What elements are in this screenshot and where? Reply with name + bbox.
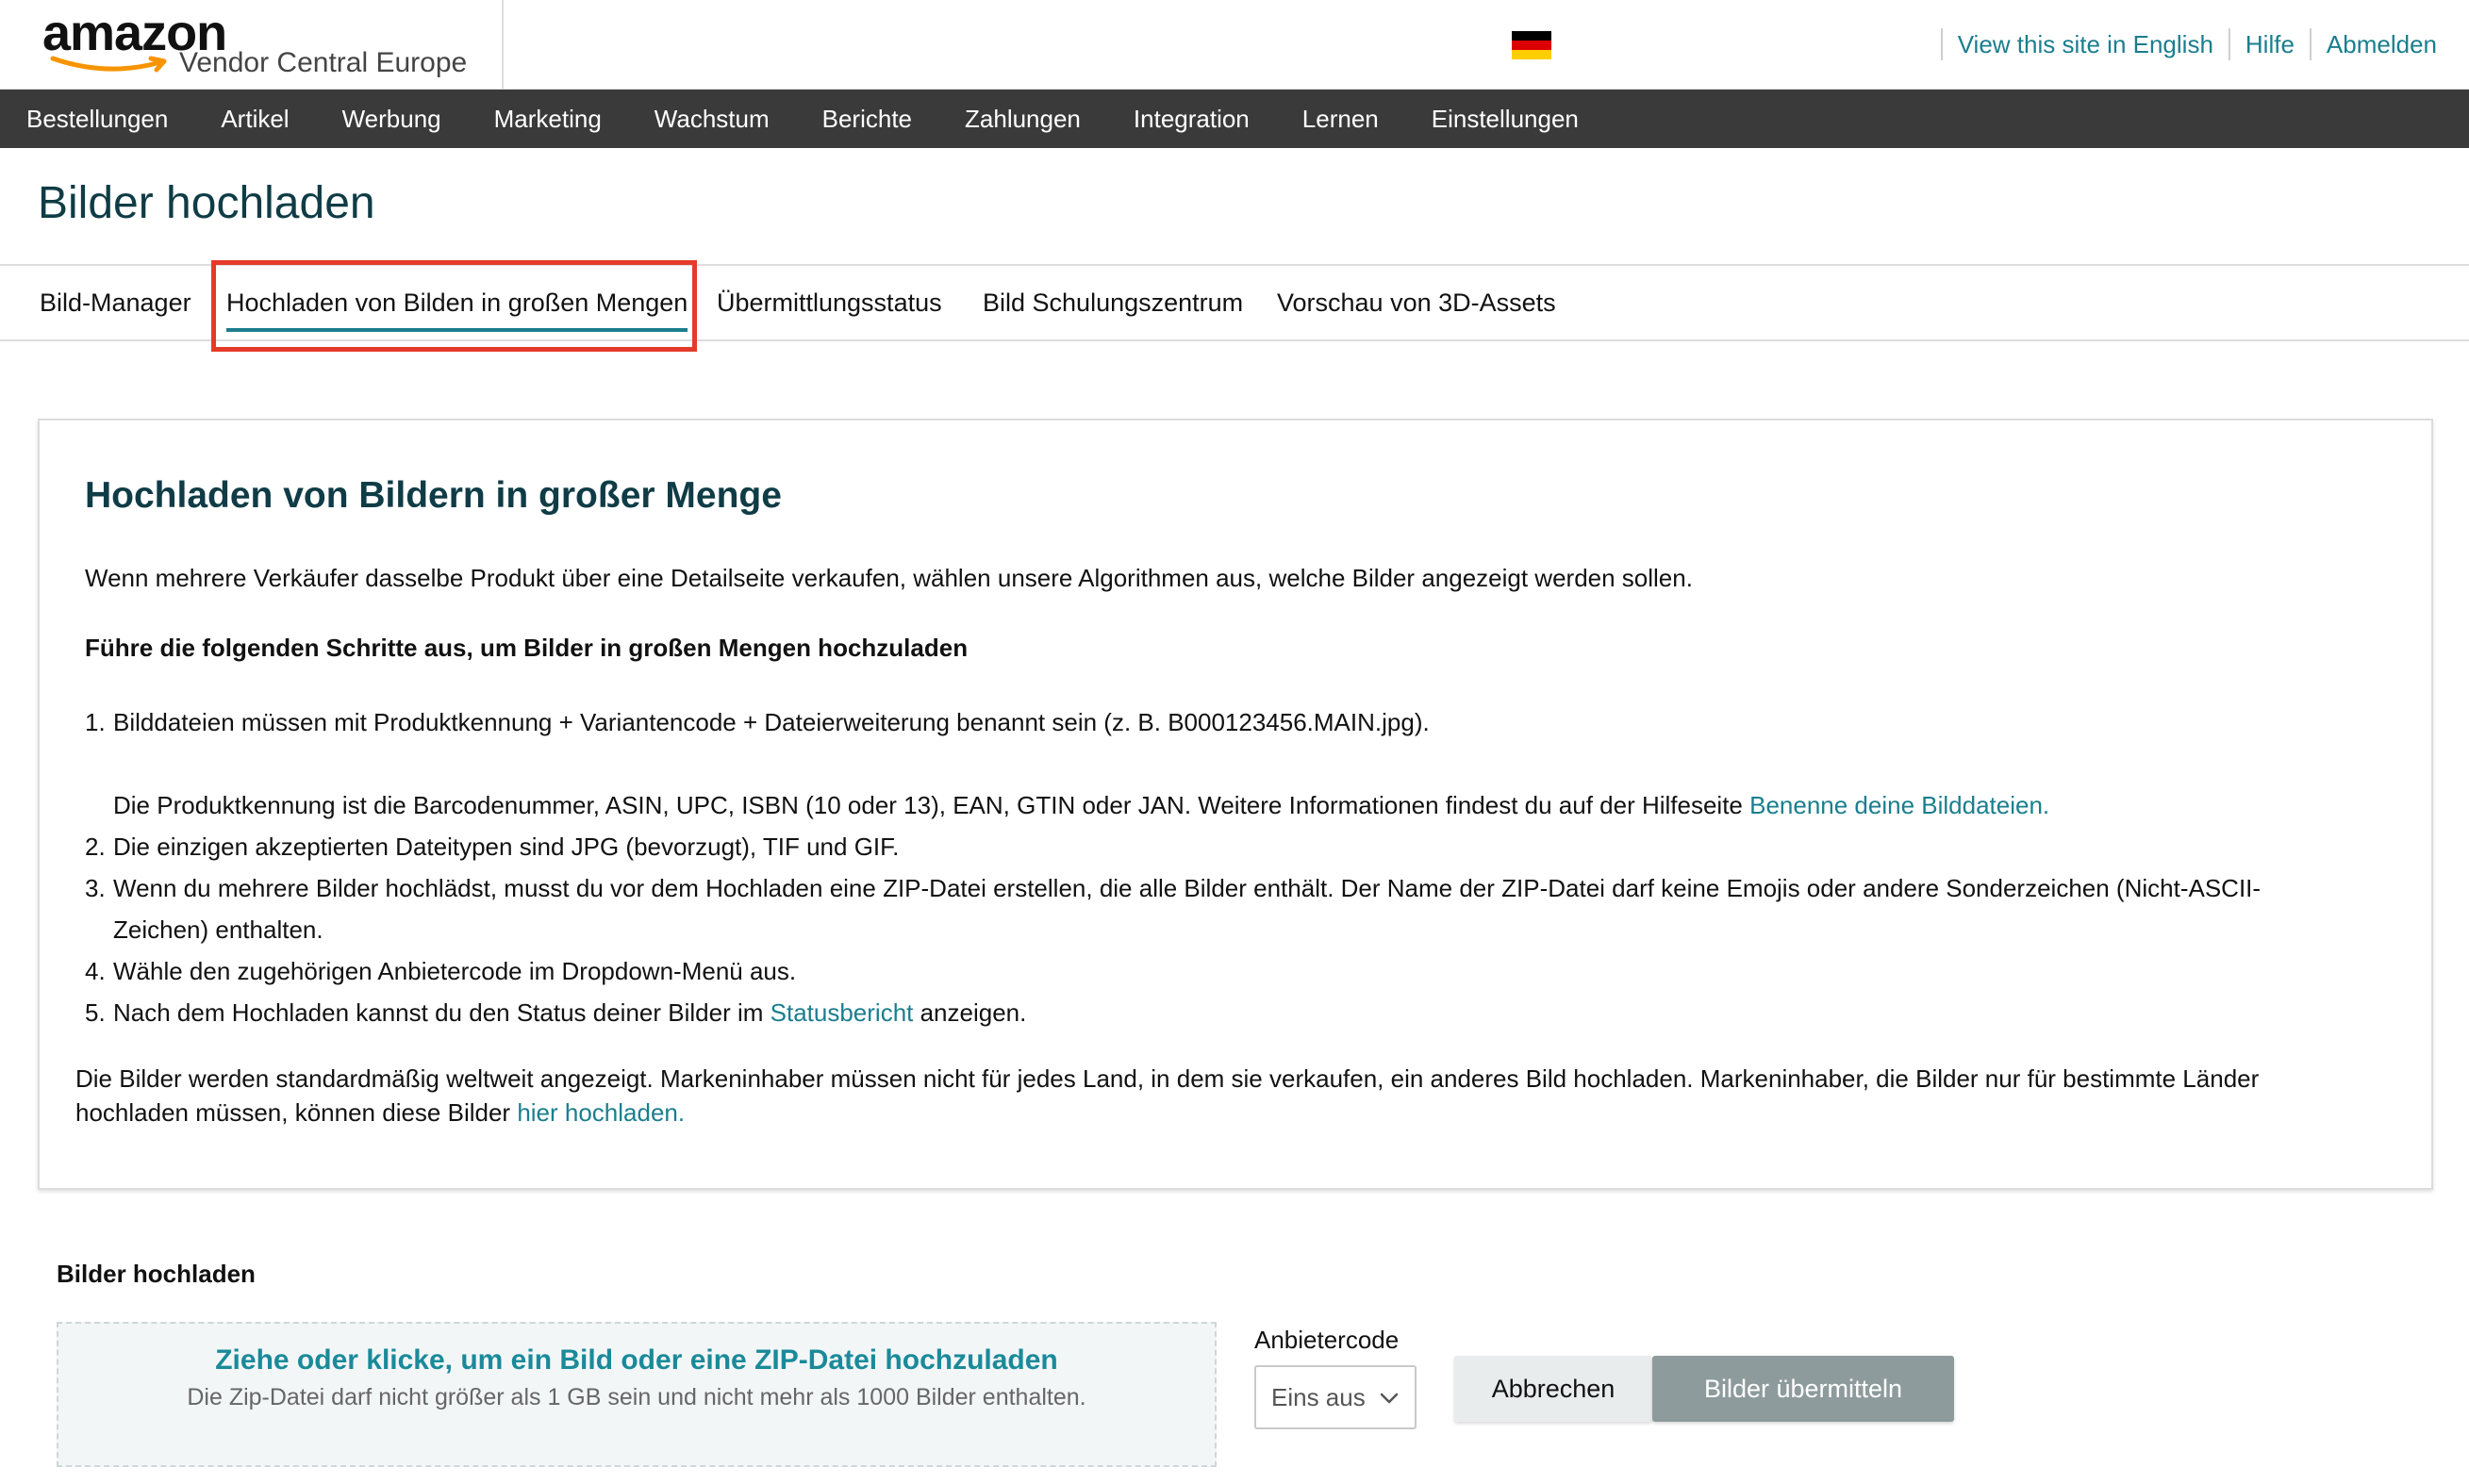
tab-label: Bild-Manager [40, 289, 191, 317]
status-report-link[interactable]: Statusbericht [771, 998, 914, 1027]
step-3-text: Wenn du mehrere Bilder hochlädst, musst … [113, 874, 2262, 902]
view-in-english-link[interactable]: View this site in English [1940, 28, 2229, 60]
cancel-button[interactable]: Abbrechen [1454, 1356, 1652, 1422]
nav-item-bestellungen[interactable]: Bestellungen [26, 105, 168, 134]
header-links: View this site in English Hilfe Abmelden [1940, 28, 2452, 60]
step-5: 5. Nach dem Hochladen kannst du den Statu… [85, 998, 1027, 1027]
nav-item-marketing[interactable]: Marketing [494, 105, 602, 134]
nav-item-wachstum[interactable]: Wachstum [655, 105, 770, 134]
upload-here-link[interactable]: hier hochladen. [517, 1098, 685, 1127]
tab-3d-assets-preview[interactable]: Vorschau von 3D-Assets [1277, 266, 1556, 339]
name-image-files-link[interactable]: Benenne deine Bilddateien. [1749, 791, 2049, 819]
info-card: Hochladen von Bildern in großer Menge We… [38, 419, 2433, 1190]
smile-arrow-icon [50, 56, 167, 73]
card-heading: Hochladen von Bildern in großer Menge [85, 475, 782, 516]
dropzone-main-text: Ziehe oder klicke, um ein Bild oder eine… [215, 1344, 1058, 1376]
step-1-detail: Die Produktkennung ist die Barcodenummer… [85, 784, 2049, 826]
logo-subtitle: Vendor Central Europe [179, 47, 468, 78]
step-3-continued: Zeichen) enthalten. [85, 909, 323, 950]
step-2: 2. Die einzigen akzeptierten Dateitypen s… [85, 833, 900, 861]
logout-link[interactable]: Abmelden [2309, 28, 2452, 60]
step-5-text-end: anzeigen. [913, 998, 1027, 1027]
step-3-text-continued: Zeichen) enthalten. [113, 915, 323, 944]
amazon-vendor-logo[interactable]: amazon Vendor Central Europe [0, 0, 504, 90]
footer-text: Die Bilder werden standardmäßig weltweit… [75, 1064, 2260, 1127]
upload-section-title: Bilder hochladen [57, 1260, 256, 1288]
highlight-annotation [211, 260, 697, 352]
german-flag-icon[interactable] [1512, 31, 1551, 59]
nav-item-einstellungen[interactable]: Einstellungen [1432, 105, 1579, 134]
nav-item-lernen[interactable]: Lernen [1302, 105, 1379, 134]
file-dropzone[interactable]: Ziehe oder klicke, um ein Bild oder eine… [57, 1322, 1217, 1467]
main-nav: Bestellungen Artikel Werbung Marketing W… [0, 90, 2469, 148]
nav-item-zahlungen[interactable]: Zahlungen [965, 105, 1081, 134]
step-5-text: Nach dem Hochladen kannst du den Status … [113, 998, 771, 1027]
step-2-text: Die einzigen akzeptierten Dateitypen sin… [113, 833, 900, 861]
chevron-down-icon [1380, 1393, 1399, 1404]
steps-title: Führe die folgenden Schritte aus, um Bil… [85, 634, 969, 662]
step-1: 1. Bilddateien müssen mit Produktkennung … [85, 708, 1430, 736]
card-intro: Wenn mehrere Verkäufer dasselbe Produkt … [85, 564, 1693, 592]
page-title: Bilder hochladen [38, 178, 375, 228]
dropzone-hint-text: Die Zip-Datei darf nicht größer als 1 GB… [187, 1384, 1086, 1410]
submit-images-button[interactable]: Bilder übermitteln [1652, 1356, 1954, 1422]
tab-label: Bild Schulungszentrum [983, 289, 1244, 317]
step-4-text: Wähle den zugehörigen Anbietercode im Dr… [113, 957, 797, 985]
tab-bild-manager[interactable]: Bild-Manager [40, 266, 191, 339]
vendor-code-label: Anbietercode [1254, 1326, 1400, 1354]
tab-label: Übermittlungsstatus [717, 289, 942, 317]
step-3: 3. Wenn du mehrere Bilder hochlädst, muss… [85, 874, 2262, 902]
vendor-code-select[interactable]: Eins aus [1254, 1365, 1417, 1429]
help-link[interactable]: Hilfe [2228, 28, 2310, 60]
step-1-text: Bilddateien müssen mit Produktkennung + … [113, 708, 1430, 736]
vendor-code-selected-value: Eins aus [1271, 1383, 1366, 1411]
nav-item-berichte[interactable]: Berichte [822, 105, 912, 134]
top-header: amazon Vendor Central Europe View this s… [0, 0, 2469, 90]
card-footer-text: Die Bilder werden standardmäßig weltweit… [75, 1062, 2377, 1129]
tab-label: Vorschau von 3D-Assets [1277, 289, 1556, 317]
tab-submission-status[interactable]: Übermittlungsstatus [717, 266, 942, 339]
tab-training-center[interactable]: Bild Schulungszentrum [983, 266, 1243, 339]
nav-item-werbung[interactable]: Werbung [342, 105, 441, 134]
step-1-detail-text: Die Produktkennung ist die Barcodenummer… [113, 791, 1750, 819]
nav-item-artikel[interactable]: Artikel [221, 105, 289, 134]
nav-item-integration[interactable]: Integration [1134, 105, 1250, 134]
step-4: 4. Wähle den zugehörigen Anbietercode im … [85, 957, 797, 985]
